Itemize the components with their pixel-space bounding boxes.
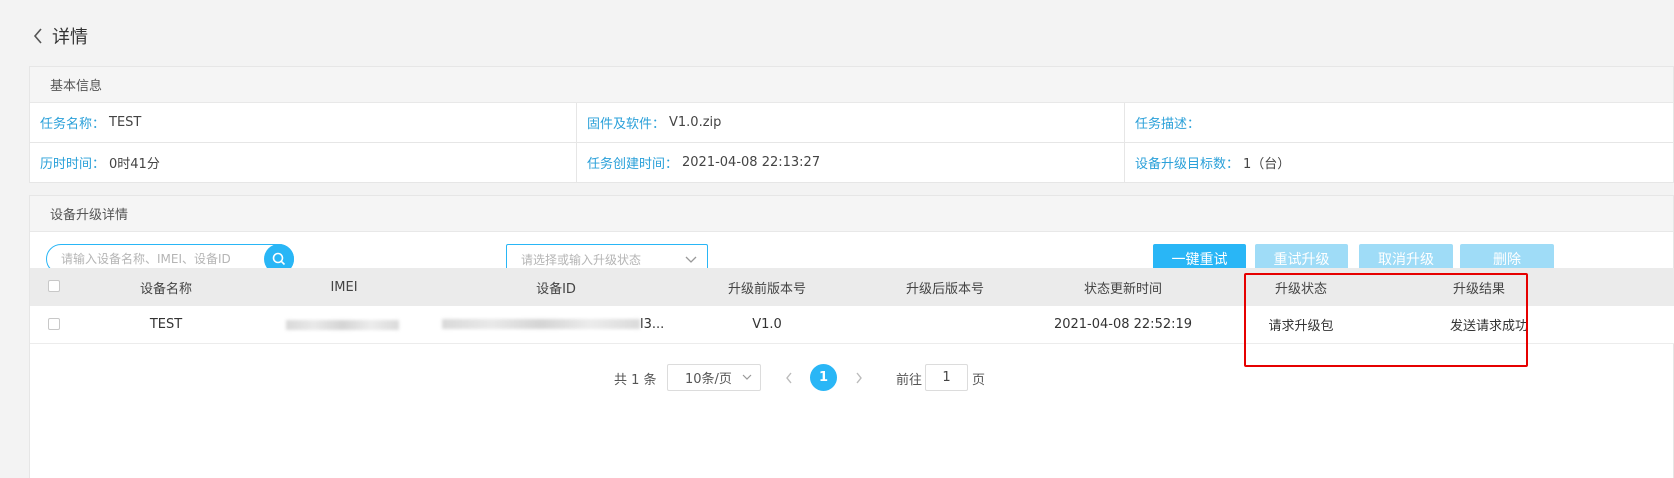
created-time-field: 任务创建时间： 2021-04-08 22:13:27 <box>577 143 1125 183</box>
basic-info-grid: 任务名称： TEST 固件及软件： V1.0.zip 任务描述： 历时时间： 0… <box>30 103 1673 183</box>
device-id-redacted <box>442 319 640 329</box>
duration-label: 历时时间： <box>40 157 106 172</box>
chevron-left-icon <box>786 372 792 384</box>
chevron-down-icon <box>685 256 697 263</box>
target-count-field: 设备升级目标数： 1（台） <box>1125 143 1673 183</box>
version-before-cell: V1.0 <box>752 317 782 332</box>
col-result: 升级结果 <box>1452 281 1506 297</box>
page-size-value: 10条/页 <box>685 372 732 387</box>
col-version-after: 升级后版本号 <box>905 281 985 297</box>
prev-page-button[interactable] <box>781 369 797 387</box>
col-device-id: 设备ID <box>536 281 576 297</box>
device-id-tail: l3... <box>640 317 665 332</box>
device-name-cell: TEST <box>149 317 183 332</box>
chevron-right-icon <box>856 372 862 384</box>
firmware-value: V1.0.zip <box>669 115 722 130</box>
task-name-label: 任务名称： <box>40 117 106 132</box>
page-number-current[interactable]: 1 <box>810 364 837 391</box>
table-header: 设备名称 IMEI 设备ID 升级前版本号 升级后版本号 状态更新时间 升级状态… <box>30 268 1674 306</box>
created-time-label: 任务创建时间： <box>587 157 679 172</box>
duration-value: 0时41分 <box>109 157 160 172</box>
task-description-label: 任务描述： <box>1135 117 1201 132</box>
goto-page-input[interactable] <box>925 364 968 391</box>
search-icon <box>272 252 286 266</box>
col-status: 升级状态 <box>1274 281 1328 297</box>
goto-label: 前往 <box>896 373 923 388</box>
col-version-before: 升级前版本号 <box>727 281 807 297</box>
imei-redacted <box>286 320 399 330</box>
page-suffix: 页 <box>972 373 986 388</box>
page-header: 详情 <box>30 22 88 50</box>
select-all-checkbox[interactable] <box>48 280 60 292</box>
task-name-field: 任务名称： TEST <box>30 103 577 143</box>
firmware-label: 固件及软件： <box>587 117 666 132</box>
row-checkbox[interactable] <box>48 318 60 330</box>
next-page-button[interactable] <box>851 369 867 387</box>
task-description-field: 任务描述： <box>1125 103 1673 143</box>
basic-info-panel: 基本信息 任务名称： TEST 固件及软件： V1.0.zip 任务描述： 历时… <box>29 66 1674 183</box>
pagination: 共 1 条 10条/页 1 前往 页 <box>30 364 1674 392</box>
duration-field: 历时时间： 0时41分 <box>30 143 577 183</box>
firmware-field: 固件及软件： V1.0.zip <box>577 103 1125 143</box>
task-name-value: TEST <box>109 115 142 130</box>
chevron-left-icon[interactable] <box>30 26 46 46</box>
page-title: 详情 <box>52 27 88 48</box>
target-count-value: 1（台） <box>1243 157 1291 172</box>
status-cell: 请求升级包 <box>1268 319 1334 334</box>
table-row: TEST l3... V1.0 2021-04-08 22:52:19 请求升级… <box>30 306 1674 344</box>
target-count-label: 设备升级目标数： <box>1135 157 1240 172</box>
basic-info-title: 基本信息 <box>30 67 1673 103</box>
col-updated-at: 状态更新时间 <box>1083 281 1163 297</box>
col-imei: IMEI <box>330 279 358 295</box>
pagination-total: 共 1 条 <box>614 373 657 388</box>
upgrade-detail-panel: 设备升级详情 请选择或输入升级状态 一键重试 重试升级 取消升级 删除 设备名称… <box>29 195 1674 478</box>
status-select-placeholder: 请选择或输入升级状态 <box>521 252 642 267</box>
col-device-name: 设备名称 <box>139 281 193 297</box>
page-size-select[interactable]: 10条/页 <box>667 364 761 391</box>
created-time-value: 2021-04-08 22:13:27 <box>682 155 821 170</box>
device-table: 设备名称 IMEI 设备ID 升级前版本号 升级后版本号 状态更新时间 升级状态… <box>30 268 1674 344</box>
updated-at-cell: 2021-04-08 22:52:19 <box>1053 317 1193 332</box>
chevron-down-icon <box>742 374 752 380</box>
result-cell: 发送请求成功 <box>1449 319 1529 334</box>
upgrade-detail-title: 设备升级详情 <box>30 196 1673 232</box>
